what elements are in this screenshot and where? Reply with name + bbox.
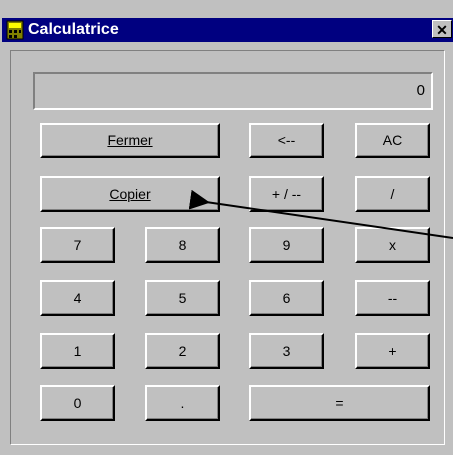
arrow-pointer-icon <box>188 189 453 239</box>
calculator-window: Calculatrice ✕ 0 Fermer <-- AC Copier + … <box>0 0 453 455</box>
